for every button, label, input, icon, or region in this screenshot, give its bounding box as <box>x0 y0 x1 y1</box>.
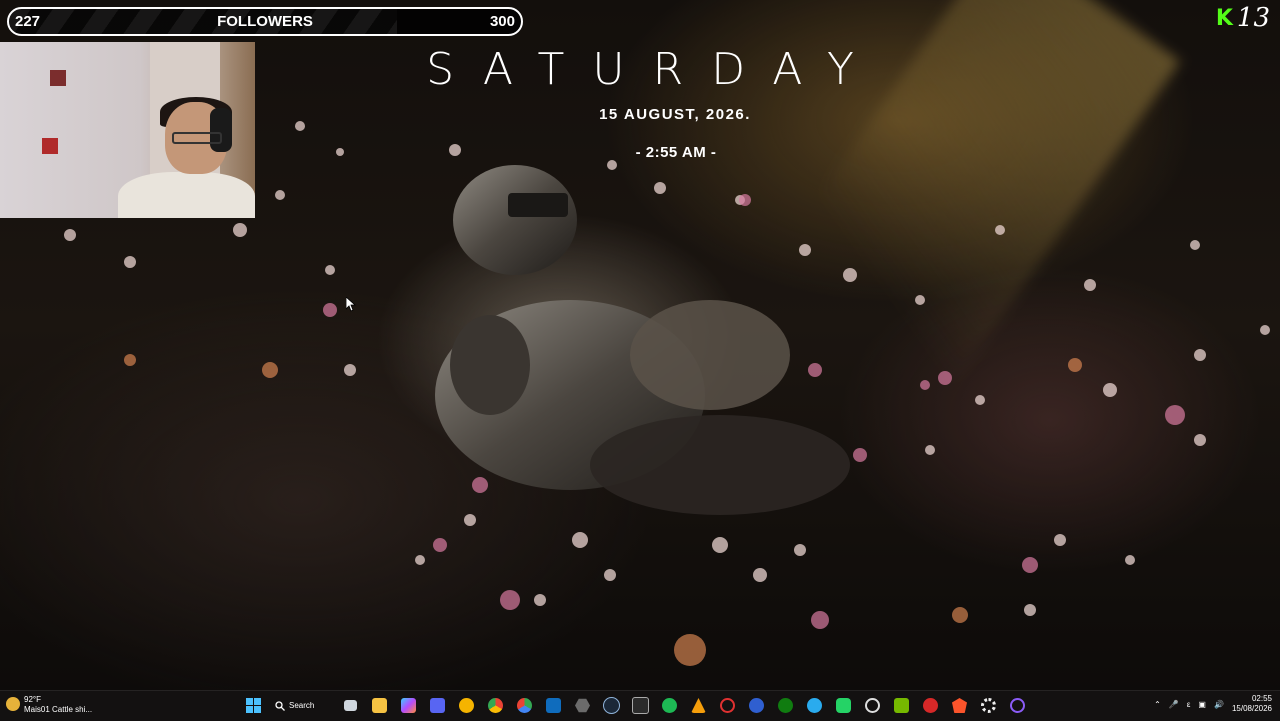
wallpaper-knight <box>435 165 850 515</box>
taskbar-apps: Search <box>242 694 1029 717</box>
microphone-icon[interactable]: 🎤 <box>1169 700 1179 709</box>
nvidia-button[interactable] <box>890 694 913 717</box>
task-view-button[interactable] <box>339 694 362 717</box>
streamer-shirt <box>118 172 255 218</box>
whatsapp-icon <box>836 698 851 713</box>
hex-app-button[interactable] <box>571 694 594 717</box>
weather-temp: 92°F <box>24 695 41 704</box>
streamer-glasses <box>172 132 222 144</box>
clock-date: 15/08/2026 <box>1231 704 1272 713</box>
circle-app-button[interactable] <box>861 694 884 717</box>
purple-app-icon <box>1010 698 1025 713</box>
telegram-icon <box>807 698 822 713</box>
follower-goal-target: 300 <box>489 13 515 30</box>
mouse-cursor-icon <box>346 297 356 312</box>
follower-goal-bar: 227 FOLLOWERS 300 <box>7 7 523 36</box>
orange-app-icon <box>691 698 706 713</box>
orange-app-button[interactable] <box>687 694 710 717</box>
weather-widget[interactable]: 92°F Mais01 Cattle shi... <box>6 695 92 715</box>
blue-app-button[interactable] <box>745 694 768 717</box>
chrome-alt-icon <box>517 698 532 713</box>
spotify-icon <box>662 698 677 713</box>
whatsapp-button[interactable] <box>832 694 855 717</box>
outlook-icon <box>546 698 561 713</box>
yellow-app-button[interactable] <box>455 694 478 717</box>
hex-app-icon <box>575 698 590 713</box>
terminal-button[interactable] <box>629 694 652 717</box>
discord-icon <box>430 698 445 713</box>
xbox-button[interactable] <box>774 694 797 717</box>
chrome-icon <box>488 698 503 713</box>
search-label: Search <box>289 701 315 710</box>
purple-app-button[interactable] <box>1006 694 1029 717</box>
blue-app-icon <box>749 698 764 713</box>
gear-icon <box>981 698 996 713</box>
outlook-button[interactable] <box>542 694 565 717</box>
taskbar: 92°F Mais01 Cattle shi... Search ⌃ 🎤 ε ▣… <box>0 690 1280 721</box>
kick-logo-icon: K <box>1215 5 1233 31</box>
follower-goal-label: FOLLOWERS <box>217 13 313 30</box>
date-text: 15 AUGUST, 2026. <box>599 106 751 123</box>
red-ring-app-button[interactable] <box>716 694 739 717</box>
steam-icon <box>603 697 620 714</box>
xbox-icon <box>778 698 793 713</box>
search-icon <box>275 700 285 711</box>
clock-time: 02:55 <box>1251 694 1272 703</box>
terminal-icon <box>632 697 649 714</box>
yellow-app-icon <box>459 698 474 713</box>
file-explorer-button[interactable] <box>368 694 391 717</box>
brave-icon <box>952 698 967 713</box>
time-text: - 2:55 AM - <box>635 144 717 161</box>
taskbar-search-button[interactable]: Search <box>271 694 333 717</box>
taskbar-clock[interactable]: 02:55 15/08/2026 <box>1232 694 1272 714</box>
follower-current-count: 227 <box>15 13 41 30</box>
tray-letter[interactable]: ε <box>1187 700 1191 709</box>
chrome-button[interactable] <box>484 694 507 717</box>
start-button[interactable] <box>242 694 265 717</box>
windows-logo-icon <box>246 698 261 713</box>
copilot-button[interactable] <box>397 694 420 717</box>
day-of-week: SATURDAY <box>426 44 882 95</box>
volume-icon[interactable]: 🔊 <box>1214 700 1224 709</box>
red-ring-icon <box>720 698 735 713</box>
weather-condition: Cattle shi... <box>52 705 93 714</box>
copilot-icon <box>401 698 416 713</box>
discord-button[interactable] <box>426 694 449 717</box>
red-app-icon <box>923 698 938 713</box>
folder-icon <box>372 698 387 713</box>
system-tray: ⌃ 🎤 ε ▣ 🔊 02:55 15/08/2026 <box>1154 694 1272 714</box>
telegram-button[interactable] <box>803 694 826 717</box>
logo-number: 13 <box>1236 3 1270 33</box>
brave-button[interactable] <box>948 694 971 717</box>
follower-progress-fill <box>9 9 397 34</box>
tray-overflow-chevron-icon[interactable]: ⌃ <box>1154 700 1161 709</box>
network-icon[interactable]: ▣ <box>1198 700 1206 709</box>
channel-logo: K 13 <box>1216 3 1270 33</box>
spotify-button[interactable] <box>658 694 681 717</box>
steam-button[interactable] <box>600 694 623 717</box>
circle-app-icon <box>865 698 880 713</box>
task-view-icon <box>344 700 357 711</box>
red-app-button[interactable] <box>919 694 942 717</box>
weather-user: Mais01 <box>24 705 50 714</box>
chrome-profile-button[interactable] <box>513 694 536 717</box>
weather-sun-icon <box>6 697 20 711</box>
nvidia-icon <box>894 698 909 713</box>
settings-button[interactable] <box>977 694 1000 717</box>
